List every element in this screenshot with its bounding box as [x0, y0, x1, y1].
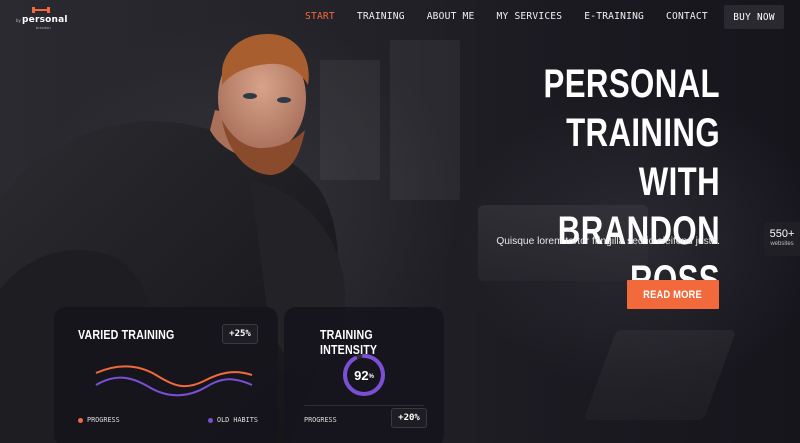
websites-count: 550+ [769, 228, 795, 240]
nav-item-my-services[interactable]: MY SERVICES [497, 11, 563, 22]
read-more-label: READ MORE [643, 288, 703, 301]
legend-progress-label: PROGRESS [87, 416, 120, 424]
nav-item-training[interactable]: TRAINING [357, 11, 405, 22]
training-intensity-card: TRAINING INTENSITY 92% PROGRESS +20% [284, 307, 444, 443]
wave-chart [95, 365, 253, 397]
card-divider [304, 405, 424, 406]
progress-dot [78, 417, 83, 423]
nav-item-e-training[interactable]: E-TRAINING [584, 11, 644, 22]
websites-count-badge[interactable]: 550+ websites [764, 222, 800, 256]
progress-wave-line [95, 365, 253, 388]
varied-training-title: VARIED TRAINING [78, 327, 175, 342]
intensity-progress-label: PROGRESS [304, 416, 337, 424]
logo-subtext: brandon [36, 26, 51, 30]
intensity-number: 92 [354, 367, 369, 383]
headline-line-1: PERSONAL [543, 62, 720, 106]
legend-progress: PROGRESS [78, 416, 120, 424]
top-navigation: by personal brandon START TRAINING ABOUT… [0, 0, 800, 34]
legend-old-habits-label: OLD HABITS [217, 416, 258, 424]
logo-wordmark: personal [22, 15, 68, 25]
nav-item-start[interactable]: START [305, 11, 335, 22]
old-habits-wave-line [95, 376, 253, 397]
intensity-unit: % [368, 373, 374, 380]
logo-by-text: by [16, 18, 21, 23]
headline-line-2: TRAINING WITH [566, 111, 720, 204]
varied-training-change-badge: +25% [222, 324, 258, 344]
main-menu: START TRAINING ABOUT ME MY SERVICES E-TR… [305, 11, 708, 22]
nav-item-contact[interactable]: CONTACT [666, 11, 708, 22]
intensity-value: 92% [340, 351, 388, 399]
websites-label: websites [770, 241, 794, 247]
old-habits-dot [208, 417, 213, 423]
site-logo[interactable]: by personal brandon [14, 6, 74, 30]
hero-tagline: Quisque lorem tortor fringilla sed id el… [496, 236, 720, 247]
intensity-change-badge: +20% [391, 408, 427, 428]
read-more-button[interactable]: READ MORE [627, 280, 719, 309]
dumbbell-icon [32, 7, 50, 13]
varied-training-card: VARIED TRAINING +25% PROGRESS OLD HABITS [54, 307, 278, 443]
hero-headline: PERSONAL TRAINING WITH BRANDON ROSS [509, 60, 720, 305]
nav-item-about-me[interactable]: ABOUT ME [427, 11, 475, 22]
buy-now-button[interactable]: BUY NOW [724, 5, 784, 29]
legend-old-habits: OLD HABITS [208, 416, 258, 424]
